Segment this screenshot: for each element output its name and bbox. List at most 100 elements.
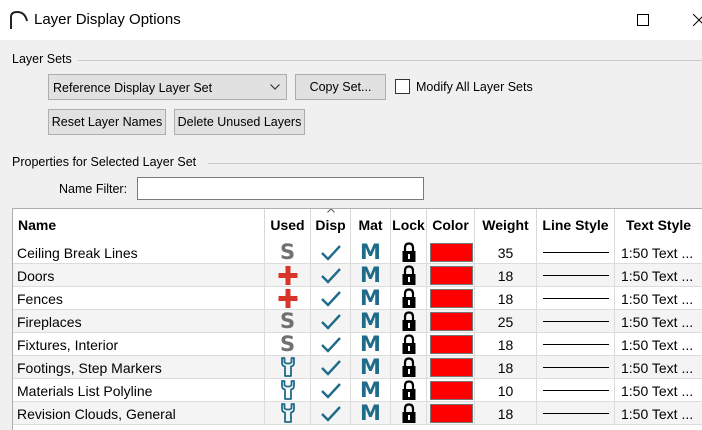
close-button[interactable] <box>676 6 702 34</box>
column-header-text-style[interactable]: Text Style <box>615 209 702 241</box>
table-row[interactable]: Materials List Polyline M 10 1:50 Text ... <box>13 379 702 402</box>
cell-color[interactable] <box>427 379 475 402</box>
table-row[interactable]: Fences M 18 1:50 Text ... <box>13 287 702 310</box>
cell-lock[interactable] <box>391 264 427 287</box>
cell-text-style[interactable]: 1:50 Text ... <box>615 310 702 333</box>
column-header-mat[interactable]: Mat <box>351 209 391 241</box>
cell-lock[interactable] <box>391 356 427 379</box>
cell-line-style[interactable] <box>537 310 615 333</box>
column-header-line-style[interactable]: Line Style <box>537 209 615 241</box>
cell-mat[interactable]: M <box>351 287 391 310</box>
cell-line-style[interactable] <box>537 333 615 356</box>
cell-line-style[interactable] <box>537 287 615 310</box>
cell-lock[interactable] <box>391 379 427 402</box>
cell-weight[interactable]: 18 <box>475 402 537 425</box>
column-header-lock[interactable]: Lock <box>391 209 427 241</box>
cell-name[interactable]: Footings, Step Markers <box>13 356 265 379</box>
cell-disp[interactable] <box>311 379 351 402</box>
cell-used[interactable]: S <box>265 333 311 356</box>
cell-used[interactable] <box>265 356 311 379</box>
table-row[interactable]: Fireplaces S M 25 1:50 Text ... <box>13 310 702 333</box>
lock-icon <box>402 403 415 423</box>
cell-mat[interactable]: M <box>351 356 391 379</box>
cell-name[interactable]: Fences <box>13 287 265 310</box>
cell-lock[interactable] <box>391 287 427 310</box>
cell-text-style[interactable]: 1:50 Text ... <box>615 264 702 287</box>
cell-color[interactable] <box>427 333 475 356</box>
delete-unused-layers-button[interactable]: Delete Unused Layers <box>174 109 305 135</box>
cell-mat[interactable]: M <box>351 379 391 402</box>
cell-used[interactable] <box>265 264 311 287</box>
cell-name[interactable]: Doors <box>13 264 265 287</box>
cell-disp[interactable] <box>311 241 351 264</box>
column-header-name[interactable]: Name <box>13 209 265 241</box>
cell-line-style[interactable] <box>537 356 615 379</box>
table-row[interactable]: Doors M 18 1:50 Text ... <box>13 264 702 287</box>
cell-line-style[interactable] <box>537 379 615 402</box>
cell-mat[interactable]: M <box>351 310 391 333</box>
cell-weight[interactable]: 18 <box>475 264 537 287</box>
cell-mat[interactable]: M <box>351 241 391 264</box>
table-row[interactable]: Footings, Step Markers M 18 1:50 Text ... <box>13 356 702 379</box>
cell-disp[interactable] <box>311 310 351 333</box>
cell-disp[interactable] <box>311 264 351 287</box>
cell-color[interactable] <box>427 264 475 287</box>
cell-color[interactable] <box>427 241 475 264</box>
cell-text-style[interactable]: 1:50 Text ... <box>615 379 702 402</box>
cell-weight[interactable]: 10 <box>475 379 537 402</box>
cell-weight[interactable]: 18 <box>475 287 537 310</box>
column-header-used[interactable]: Used <box>265 209 311 241</box>
modify-all-layer-sets-checkbox[interactable] <box>395 79 410 94</box>
cell-name[interactable]: Fixtures, Interior <box>13 333 265 356</box>
layer-table[interactable]: Name Used Disp Mat Lock Color Weight Line Style… <box>12 208 702 430</box>
cell-used[interactable] <box>265 402 311 425</box>
cell-name[interactable]: Materials List Polyline <box>13 379 265 402</box>
column-header-weight[interactable]: Weight <box>475 209 537 241</box>
cell-text-style[interactable]: 1:50 Text ... <box>615 356 702 379</box>
cell-color[interactable] <box>427 310 475 333</box>
table-row[interactable]: Ceiling Break Lines S M 35 1:50 Text ... <box>13 241 702 264</box>
cell-color[interactable] <box>427 356 475 379</box>
table-row[interactable]: Fixtures, Interior S M 18 1:50 Text ... <box>13 333 702 356</box>
cell-weight[interactable]: 18 <box>475 333 537 356</box>
cell-name[interactable]: Revision Clouds, General <box>13 402 265 425</box>
cell-lock[interactable] <box>391 310 427 333</box>
cell-line-style[interactable] <box>537 241 615 264</box>
line-style-sample <box>543 275 609 276</box>
cell-used[interactable]: S <box>265 241 311 264</box>
maximize-button[interactable] <box>620 6 666 34</box>
cell-text-style[interactable]: 1:50 Text ... <box>615 333 702 356</box>
cell-disp[interactable] <box>311 402 351 425</box>
table-row[interactable]: Revision Clouds, General M 18 1:50 Text ... <box>13 402 702 425</box>
cell-mat[interactable]: M <box>351 333 391 356</box>
cell-text-style[interactable]: 1:50 Text ... <box>615 402 702 425</box>
column-header-disp[interactable]: Disp <box>311 209 351 241</box>
layer-set-dropdown[interactable]: Reference Display Layer Set <box>48 74 287 100</box>
copy-set-button[interactable]: Copy Set... <box>295 74 386 100</box>
cell-weight[interactable]: 25 <box>475 310 537 333</box>
cell-weight[interactable]: 18 <box>475 356 537 379</box>
cell-disp[interactable] <box>311 287 351 310</box>
cell-disp[interactable] <box>311 333 351 356</box>
cell-name[interactable]: Fireplaces <box>13 310 265 333</box>
column-header-color[interactable]: Color <box>427 209 475 241</box>
cell-color[interactable] <box>427 287 475 310</box>
cell-lock[interactable] <box>391 402 427 425</box>
cell-mat[interactable]: M <box>351 402 391 425</box>
reset-layer-names-button[interactable]: Reset Layer Names <box>48 109 166 135</box>
cell-lock[interactable] <box>391 333 427 356</box>
cell-mat[interactable]: M <box>351 264 391 287</box>
cell-used[interactable]: S <box>265 310 311 333</box>
cell-line-style[interactable] <box>537 402 615 425</box>
name-filter-input[interactable] <box>137 177 424 200</box>
cell-disp[interactable] <box>311 356 351 379</box>
cell-used[interactable] <box>265 379 311 402</box>
cell-name[interactable]: Ceiling Break Lines <box>13 241 265 264</box>
cell-text-style[interactable]: 1:50 Text ... <box>615 241 702 264</box>
cell-text-style[interactable]: 1:50 Text ... <box>615 287 702 310</box>
cell-line-style[interactable] <box>537 264 615 287</box>
cell-color[interactable] <box>427 402 475 425</box>
cell-weight[interactable]: 35 <box>475 241 537 264</box>
cell-lock[interactable] <box>391 241 427 264</box>
cell-used[interactable] <box>265 287 311 310</box>
